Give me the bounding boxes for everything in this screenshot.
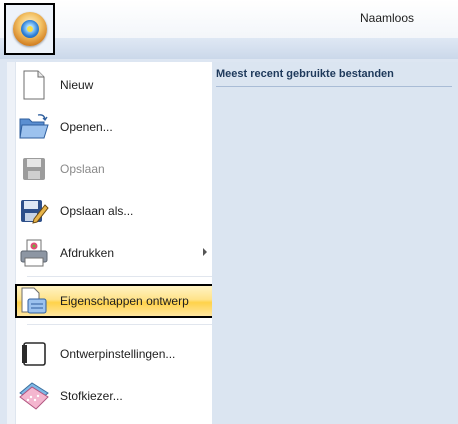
- menu-separator: [27, 324, 217, 325]
- menu-item-design-settings[interactable]: Ontwerpinstellingen...: [17, 333, 217, 375]
- menu-item-label: Openen...: [60, 120, 113, 134]
- design-properties-icon: [17, 284, 51, 318]
- application-button[interactable]: [4, 3, 55, 55]
- title-bar: Naamloos: [0, 0, 458, 39]
- fabric-selector-icon: [17, 379, 51, 413]
- new-document-icon: [17, 68, 51, 102]
- menu-item-label: Stofkiezer...: [60, 389, 123, 403]
- application-orb-icon[interactable]: [13, 12, 47, 46]
- submenu-arrow-icon: [203, 248, 207, 256]
- save-disk-icon: [17, 152, 51, 186]
- ribbon-strip: [0, 38, 458, 60]
- menu-item-design-properties[interactable]: Eigenschappen ontwerp: [15, 284, 222, 318]
- menu-item-label: Opslaan: [60, 162, 105, 176]
- menu-gutter: [7, 62, 16, 424]
- orb-dot: [27, 26, 33, 32]
- menu-item-save[interactable]: Opslaan: [17, 148, 217, 190]
- printer-icon: [17, 236, 51, 270]
- menu-item-new[interactable]: Nieuw: [17, 64, 217, 106]
- recent-files-divider: [216, 86, 452, 87]
- save-as-icon: [17, 194, 51, 228]
- menu-item-save-as[interactable]: Opslaan als...: [17, 190, 217, 232]
- menu-separator: [27, 276, 217, 277]
- recent-files-header: Meest recent gebruikte bestanden: [216, 68, 394, 80]
- menu-item-label: Eigenschappen ontwerp: [60, 294, 189, 308]
- menu-item-label: Opslaan als...: [60, 204, 134, 218]
- menu-item-label: Nieuw: [60, 78, 94, 92]
- menu-item-print[interactable]: Afdrukken: [17, 232, 217, 274]
- menu-item-open[interactable]: Openen...: [17, 106, 217, 148]
- open-folder-icon: [17, 110, 51, 144]
- menu-item-fabric-selector[interactable]: Stofkiezer...: [17, 375, 217, 417]
- orb-flower-center: [21, 20, 39, 38]
- recent-files-panel: Meest recent gebruikte bestanden: [212, 62, 458, 424]
- menu-item-label: Afdrukken: [60, 246, 115, 260]
- application-menu: Nieuw Openen... Opslaan Opslaan als... A…: [0, 59, 458, 424]
- design-settings-icon: [17, 337, 51, 371]
- window-title: Naamloos: [360, 11, 415, 25]
- menu-item-label: Ontwerpinstellingen...: [60, 347, 176, 361]
- menu-commands-panel: Nieuw Openen... Opslaan Opslaan als... A…: [7, 62, 222, 424]
